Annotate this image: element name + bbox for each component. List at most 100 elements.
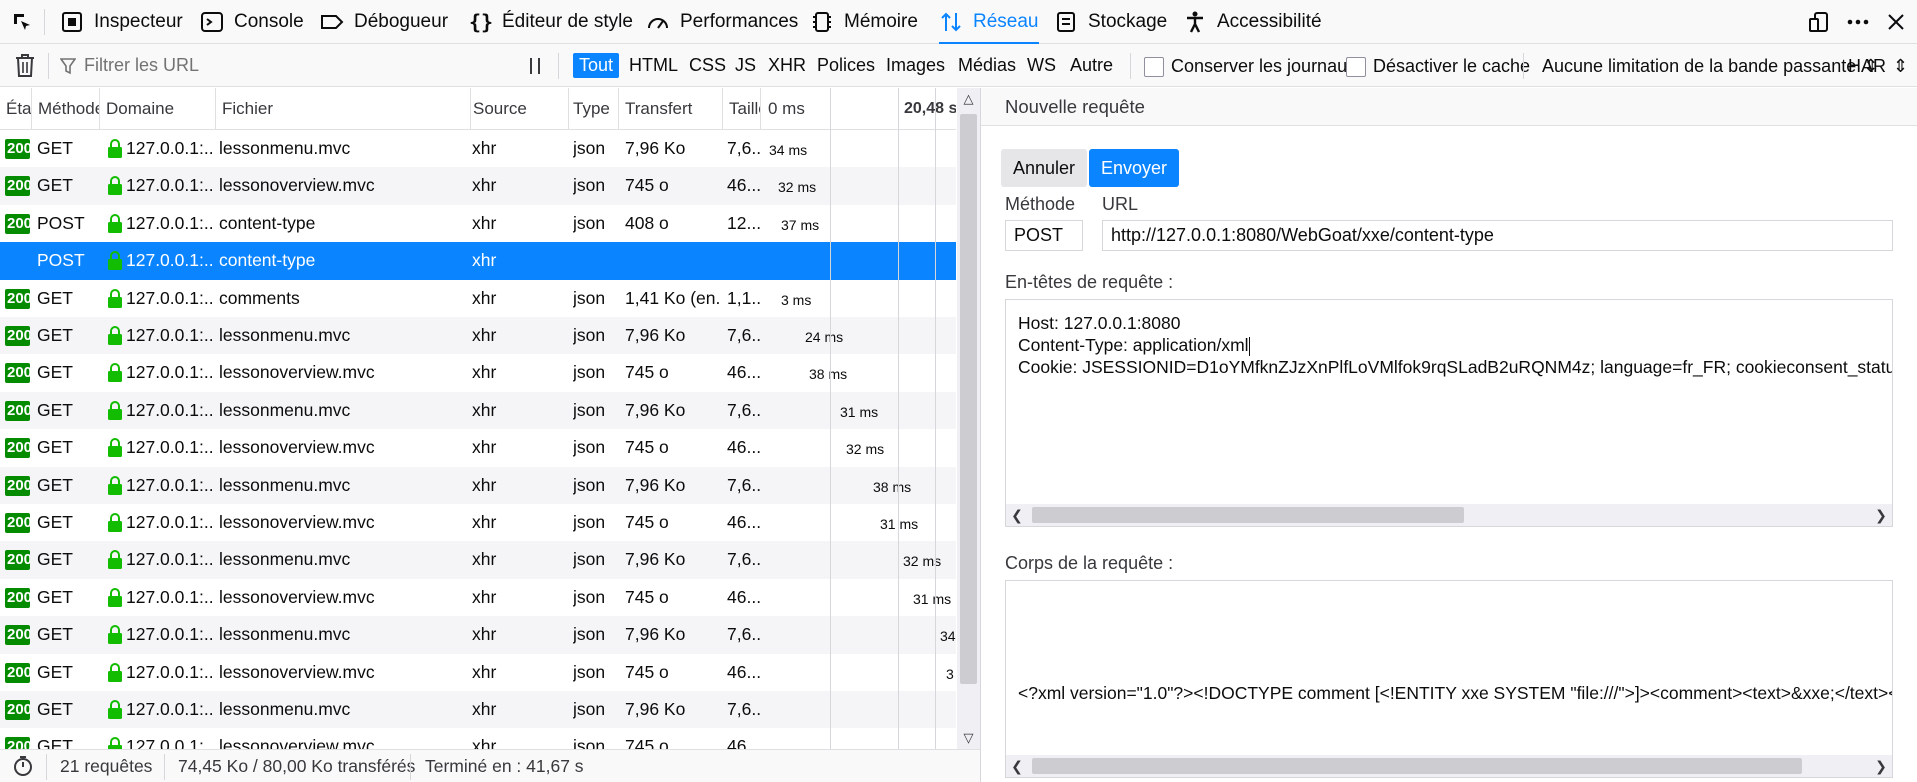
trash-icon[interactable] — [14, 53, 36, 78]
close-icon[interactable] — [1884, 10, 1908, 34]
table-row[interactable]: 200 GET 127.0.0.1:... lessonoverview.mvc xhr… — [0, 579, 956, 616]
table-row[interactable]: 200 GET 127.0.0.1:... lessonoverview.mvc xhr… — [0, 504, 956, 541]
table-row[interactable]: 200 GET 127.0.0.1:... lessonmenu.mvc xhr json… — [0, 691, 956, 729]
scroll-down-icon[interactable]: ▽ — [957, 727, 980, 749]
responsive-design-icon[interactable] — [1807, 10, 1831, 34]
tab-performance[interactable]: Performances — [646, 0, 798, 44]
scroll-up-icon[interactable]: △ — [957, 88, 980, 110]
headers-horizontal-scrollbar[interactable]: ❮ ❯ — [1006, 504, 1892, 526]
pause-icon[interactable] — [528, 56, 542, 76]
table-row[interactable]: 200 GET 127.0.0.1:... lessonoverview.mvc xhr… — [0, 167, 956, 205]
filter-type-all[interactable]: Tout — [573, 53, 620, 78]
url-input[interactable]: http://127.0.0.1:8080/WebGoat/xxe/conten… — [1102, 220, 1893, 251]
network-status-bar: 21 requêtes 74,45 Ko / 80,00 Ko transfér… — [0, 749, 980, 782]
lock-icon — [108, 251, 122, 271]
tab-storage[interactable]: Stockage — [1054, 0, 1167, 44]
request-body-textarea[interactable]: <?xml version="1.0"?><!DOCTYPE comment [… — [1005, 580, 1893, 778]
scroll-right-icon[interactable]: ❯ — [1870, 504, 1892, 526]
column-header-source[interactable]: Source — [467, 88, 569, 130]
scrollbar-thumb[interactable] — [1032, 758, 1802, 774]
column-header-type[interactable]: Type — [567, 88, 619, 130]
tab-style-editor[interactable]: {} Éditeur de style — [468, 0, 633, 44]
request-body-label: Corps de la requête : — [1005, 553, 1174, 573]
filter-type-ws[interactable]: WS — [1021, 53, 1062, 78]
table-row[interactable]: 200 GET 127.0.0.1:... lessonmenu.mvc xhr json… — [0, 616, 956, 654]
size-cell: 1,1... — [727, 287, 761, 308]
tab-accessibility[interactable]: Accessibilité — [1183, 0, 1322, 44]
filter-type-other[interactable]: Autre — [1064, 53, 1119, 78]
table-row[interactable]: 200 GET 127.0.0.1:... comments xhr json 1,41 K… — [0, 280, 956, 317]
persist-logs-checkbox[interactable]: Conserver les journaux — [1144, 56, 1356, 77]
filter-type-xhr[interactable]: XHR — [762, 53, 812, 78]
filter-type-media[interactable]: Médias — [952, 53, 1022, 78]
scroll-right-icon[interactable]: ❯ — [1870, 755, 1892, 777]
network-icon — [941, 12, 961, 32]
file-cell: lessonoverview.mvc — [219, 175, 375, 196]
tab-console[interactable]: Console — [200, 0, 304, 44]
more-options-icon[interactable] — [1846, 10, 1870, 34]
send-button[interactable]: Envoyer — [1089, 149, 1180, 187]
persist-logs-box[interactable] — [1144, 56, 1164, 77]
waterfall-timing: 32 ms — [778, 179, 817, 196]
disable-cache-box[interactable] — [1346, 56, 1366, 77]
table-row[interactable]: POST 127.0.0.1:... content-type xhr — [0, 242, 956, 280]
table-row[interactable]: 200 GET 127.0.0.1:... lessonoverview.mvc xhr… — [0, 429, 956, 466]
scroll-left-icon[interactable]: ❮ — [1006, 755, 1028, 777]
column-header-method[interactable]: Méthode — [32, 88, 100, 130]
column-header-transfer[interactable]: Transfert — [619, 88, 723, 130]
column-header-file[interactable]: Fichier — [216, 88, 471, 130]
type-cell — [573, 242, 617, 279]
tab-memory[interactable]: Mémoire — [810, 0, 918, 44]
column-header-size[interactable]: Taille — [723, 88, 761, 130]
waterfall-timing: 31 ms — [880, 516, 919, 532]
filter-type-js[interactable]: JS — [729, 53, 762, 78]
console-icon — [201, 12, 223, 32]
table-row[interactable]: 200 GET 127.0.0.1:... lessonmenu.mvc xhr json… — [0, 391, 956, 430]
tab-debugger[interactable]: Débogueur — [320, 0, 448, 44]
table-row[interactable]: 200 GET 127.0.0.1:... lessonmenu.mvc xhr json… — [0, 541, 956, 579]
url-filter-input[interactable]: Filtrer les URL — [60, 51, 505, 80]
scrollbar-thumb[interactable] — [960, 114, 977, 684]
column-header-domain[interactable]: Domaine — [100, 88, 216, 130]
method-input[interactable]: POST — [1005, 220, 1083, 251]
filter-type-html[interactable]: HTML — [623, 53, 684, 78]
tab-network[interactable]: Réseau — [939, 0, 1039, 44]
domain-cell: 127.0.0.1:... — [126, 399, 214, 420]
column-header-waterfall-start[interactable]: 0 ms — [762, 88, 837, 130]
table-row[interactable]: 200 GET 127.0.0.1:... lessonoverview.mvc xhr… — [0, 654, 956, 691]
source-cell: xhr — [472, 250, 497, 271]
scroll-left-icon[interactable]: ❮ — [1006, 504, 1028, 526]
element-picker-icon[interactable] — [10, 10, 34, 34]
performance-analysis-icon[interactable] — [12, 755, 34, 777]
size-cell: 12... — [727, 212, 761, 233]
lock-icon — [108, 662, 122, 682]
method-cell: GET — [37, 736, 73, 749]
table-row[interactable]: 200 GET 127.0.0.1:... lessonmenu.mvc xhr json… — [0, 317, 956, 355]
har-menu-button[interactable]: HAR ⇕ — [1848, 56, 1908, 77]
request-list-scrollbar[interactable]: △ ▽ — [957, 88, 980, 749]
tab-network-label: Réseau — [973, 11, 1039, 32]
size-cell: 46... — [727, 437, 761, 458]
request-headers-textarea[interactable]: Host: 127.0.0.1:8080 Content-Type: appli… — [1005, 299, 1893, 527]
file-cell: lessonmenu.mvc — [219, 699, 351, 719]
column-header-status[interactable]: État — [0, 88, 32, 130]
source-cell: xhr — [472, 586, 497, 607]
table-row[interactable]: 200 POST 127.0.0.1:... content-type xhr json 4… — [0, 205, 956, 242]
filter-type-images[interactable]: Images — [880, 53, 951, 78]
table-row[interactable]: 200 GET 127.0.0.1:... lessonmenu.mvc xhr json… — [0, 130, 956, 167]
filter-type-css[interactable]: CSS — [683, 53, 732, 78]
table-row[interactable]: 200 GET 127.0.0.1:... lessonoverview.mvc xhr… — [0, 728, 956, 749]
size-cell: 7,6... — [727, 474, 761, 495]
cancel-button[interactable]: Annuler — [1001, 149, 1088, 187]
disable-cache-checkbox[interactable]: Désactiver le cache — [1346, 56, 1530, 77]
throttling-select[interactable]: Aucune limitation de la bande passante ⇕ — [1542, 56, 1878, 77]
filter-type-fonts[interactable]: Polices — [811, 53, 881, 78]
table-row[interactable]: 200 GET 127.0.0.1:... lessonoverview.mvc xhr… — [0, 354, 956, 391]
lock-icon — [108, 550, 122, 570]
scrollbar-thumb[interactable] — [1032, 507, 1464, 523]
body-horizontal-scrollbar[interactable]: ❮ ❯ — [1006, 755, 1892, 777]
table-row[interactable]: 200 GET 127.0.0.1:... lessonmenu.mvc xhr json… — [0, 466, 956, 504]
source-cell: xhr — [472, 437, 497, 458]
transfer-cell: 7,96 Ko — [625, 624, 686, 645]
tab-inspector[interactable]: Inspecteur — [60, 0, 183, 44]
